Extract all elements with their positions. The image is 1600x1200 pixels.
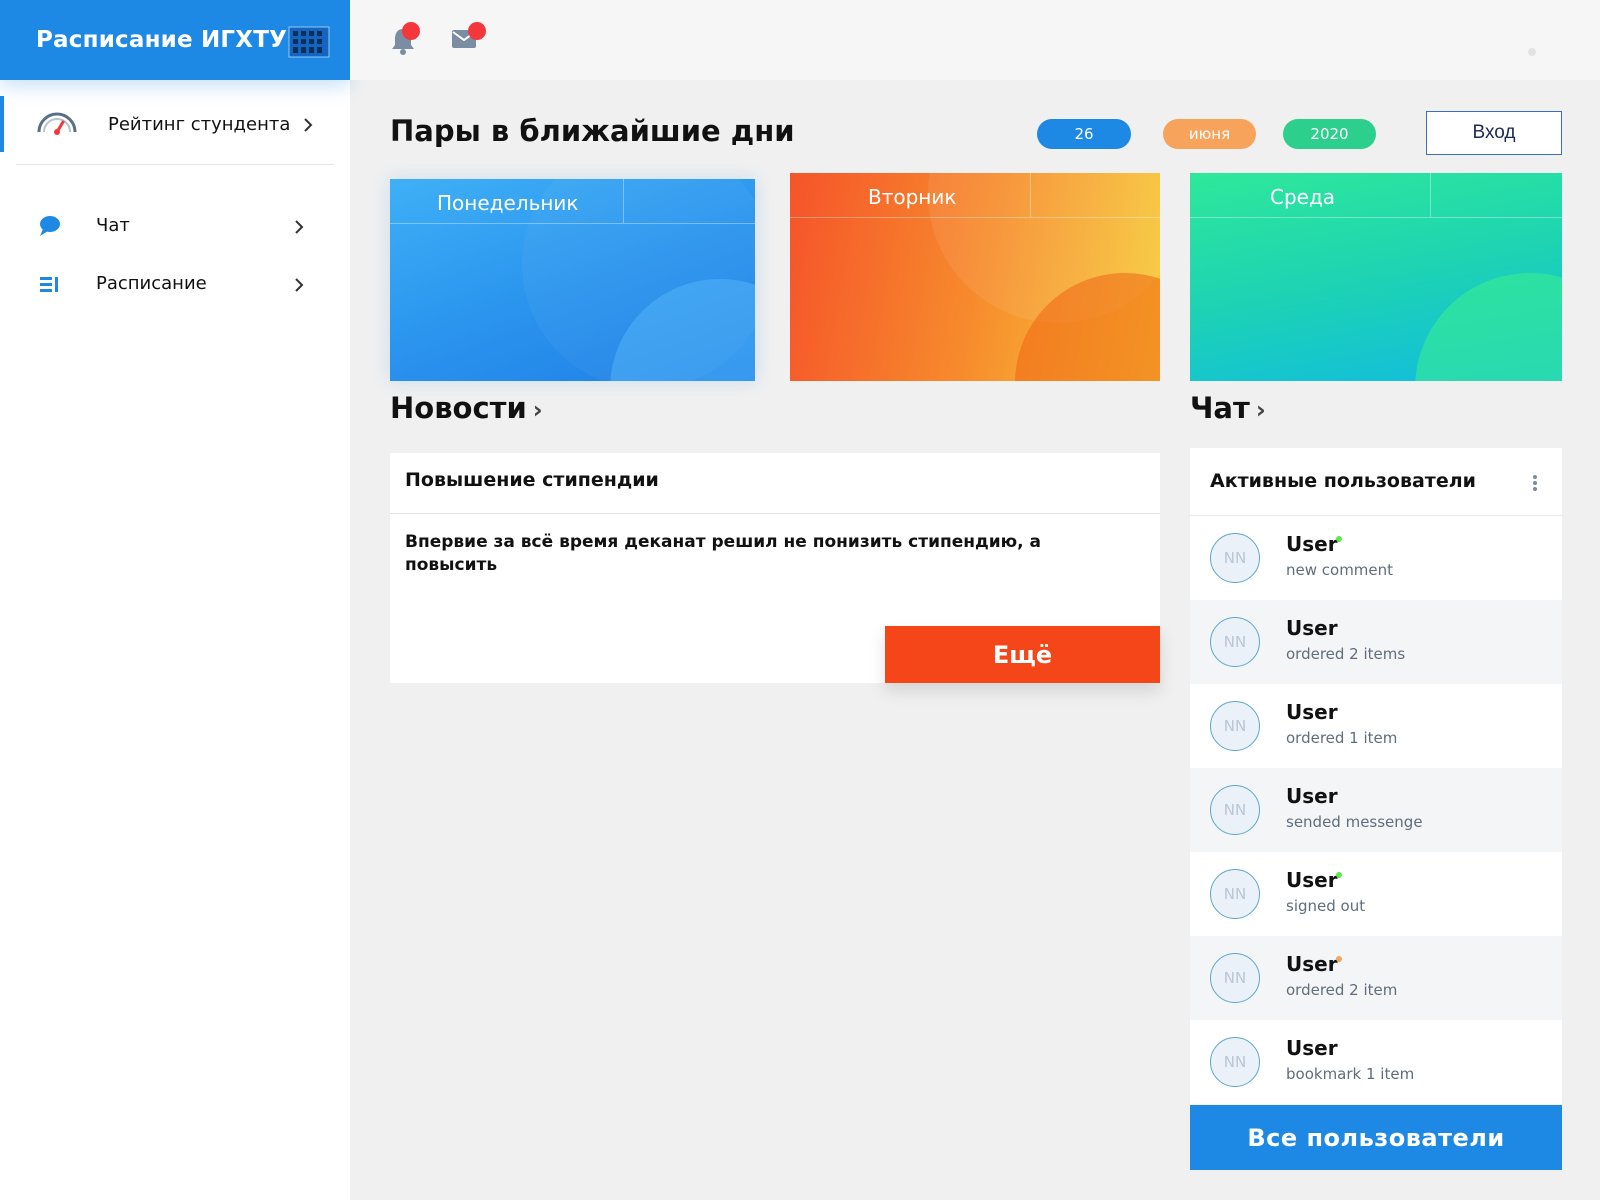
date-year-pill[interactable]: 2020 (1283, 119, 1376, 149)
day-name: Понедельник (437, 191, 579, 215)
sidebar-item-label: Рейтинг стундента (108, 114, 291, 135)
news-card-divider (390, 513, 1160, 514)
more-vertical-icon[interactable] (1532, 474, 1538, 492)
active-users-panel: Активные пользователи NN User new commen… (1190, 448, 1562, 1170)
avatar: NN (1210, 785, 1260, 835)
date-month-pill[interactable]: июня (1163, 119, 1256, 149)
user-name: User (1286, 952, 1338, 976)
chevron-right-icon: › (532, 396, 543, 424)
sidebar-item-schedule[interactable]: Расписание (0, 262, 335, 306)
user-activity: ordered 1 item (1286, 729, 1398, 747)
avatar: NN (1210, 1037, 1260, 1087)
active-users-header: Активные пользователи (1190, 448, 1562, 516)
sidebar-item-chat[interactable]: Чат (0, 204, 335, 248)
sidebar-item-label: Расписание (96, 273, 207, 294)
sidebar-divider (16, 164, 334, 165)
page-title: Пары в ближайшие дни (390, 114, 795, 148)
card-divider (623, 179, 624, 223)
user-row[interactable]: NN User ordered 2 items (1190, 600, 1562, 684)
news-card-text: Впервие за всё время деканат решил не по… (405, 532, 1042, 575)
gauge-icon (37, 112, 77, 135)
active-users-title: Активные пользователи (1210, 470, 1476, 492)
day-name: Вторник (868, 185, 957, 209)
user-activity: new comment (1286, 561, 1394, 579)
sidebar: Расписание ИГХТУ Рейтинг стундента Чат Р… (0, 0, 350, 1200)
user-name: User (1286, 532, 1338, 556)
user-name: User (1286, 1036, 1338, 1060)
day-card-tuesday[interactable]: Вторник (790, 173, 1160, 381)
user-name: User (1286, 616, 1338, 640)
card-divider (790, 217, 1160, 218)
user-activity: sended messenge (1286, 813, 1423, 831)
message-badge (468, 22, 486, 40)
news-section-link[interactable]: Новости › (390, 391, 543, 425)
card-divider (1430, 173, 1431, 217)
avatar: NN (1210, 533, 1260, 583)
notification-badge (402, 22, 420, 40)
user-name: User (1286, 700, 1338, 724)
day-card-monday[interactable]: Понедельник (390, 179, 755, 381)
user-name: User (1286, 784, 1338, 808)
online-status-dot (1336, 536, 1342, 542)
avatar: NN (1210, 869, 1260, 919)
user-row[interactable]: NN User ordered 2 item (1190, 936, 1562, 1020)
day-name: Среда (1270, 185, 1336, 209)
user-row[interactable]: NN User signed out (1190, 852, 1562, 936)
more-button[interactable]: Ещё (885, 626, 1160, 683)
chevron-right-icon: › (1255, 396, 1266, 424)
user-activity: ordered 2 items (1286, 645, 1406, 663)
date-day-pill[interactable]: 26 (1037, 119, 1131, 149)
card-divider (390, 223, 755, 224)
sidebar-item-rating[interactable]: Рейтинг стундента (0, 96, 335, 152)
avatar: NN (1210, 617, 1260, 667)
online-status-dot (1336, 872, 1342, 878)
schedule-list-icon (40, 277, 58, 292)
messages-button[interactable] (450, 22, 490, 62)
login-button[interactable]: Вход (1426, 111, 1562, 155)
card-divider (1190, 217, 1562, 218)
day-card-wednesday[interactable]: Среда (1190, 173, 1562, 381)
chat-section-title: Чат (1190, 391, 1250, 425)
building-icon (288, 26, 330, 58)
user-row[interactable]: NN User bookmark 1 item (1190, 1020, 1562, 1104)
status-dot (1528, 48, 1536, 56)
app-title: Расписание ИГХТУ (36, 27, 288, 53)
user-row[interactable]: NN User ordered 1 item (1190, 684, 1562, 768)
user-row[interactable]: NN User new comment (1190, 516, 1562, 600)
user-activity: bookmark 1 item (1286, 1065, 1415, 1083)
notifications-button[interactable] (388, 22, 428, 62)
user-name: User (1286, 868, 1338, 892)
news-card-title: Повышение стипендии (405, 469, 659, 491)
chat-section-link[interactable]: Чат › (1190, 391, 1266, 425)
all-users-button[interactable]: Все пользователи (1190, 1105, 1562, 1170)
sidebar-item-label: Чат (96, 215, 130, 236)
news-card: Повышение стипендии Впервие за всё время… (390, 453, 1160, 683)
chevron-right-icon (295, 278, 304, 292)
news-section-title: Новости (390, 391, 527, 425)
chevron-right-icon (295, 220, 304, 234)
away-status-dot (1336, 956, 1342, 962)
top-bar (350, 0, 1600, 80)
chevron-right-icon (304, 118, 313, 132)
user-activity: signed out (1286, 897, 1366, 915)
avatar: NN (1210, 701, 1260, 751)
brand-header[interactable]: Расписание ИГХТУ (0, 0, 350, 80)
avatar: NN (1210, 953, 1260, 1003)
user-row[interactable]: NN User sended messenge (1190, 768, 1562, 852)
decor-circle (1415, 273, 1562, 381)
user-activity: ordered 2 item (1286, 981, 1398, 999)
card-divider (1030, 173, 1031, 217)
chat-bubble-icon (40, 216, 60, 236)
